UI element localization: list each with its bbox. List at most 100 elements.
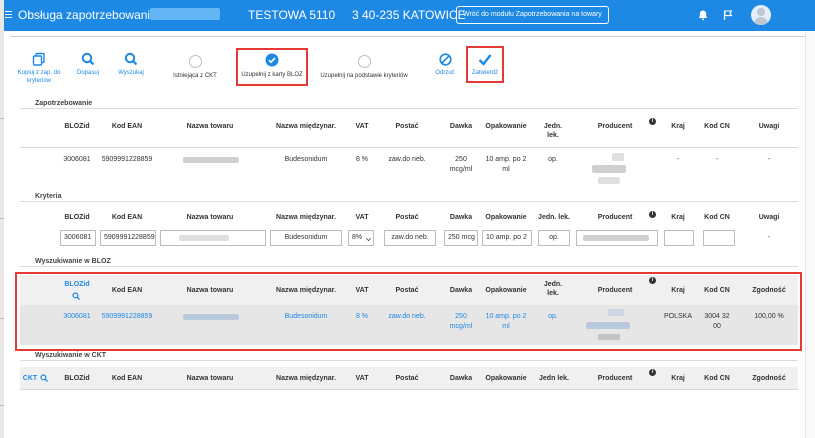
col-header: Jedn lek.	[539, 375, 569, 382]
copy-icon	[32, 52, 45, 66]
cell-cn: -	[715, 156, 719, 163]
cell-form: zaw.do neb.	[388, 156, 426, 163]
col-header: Nazwa międzynar.	[276, 123, 336, 130]
magnifier-icon	[81, 52, 95, 66]
redacted-product-name	[183, 157, 239, 163]
criteria-country-input[interactable]	[664, 230, 694, 246]
col-header: Kod EAN	[111, 214, 143, 221]
criteria-unit-input[interactable]: op.	[538, 230, 570, 246]
col-header: Producent	[597, 123, 633, 130]
radio-circle[interactable]	[188, 55, 202, 68]
redacted-name	[150, 8, 220, 20]
col-header: Opakowanie	[485, 214, 527, 221]
check-circle-icon[interactable]	[265, 53, 279, 67]
col-header: Kraj	[671, 375, 685, 382]
bell-icon[interactable]	[697, 9, 709, 21]
section-title-kryteria: Kryteria	[35, 193, 62, 200]
info-icon[interactable]: i	[649, 211, 656, 218]
section-title-bloz: Wyszukiwanie w BLOZ	[35, 258, 111, 265]
info-icon[interactable]: i	[649, 369, 656, 376]
scrollbar[interactable]	[805, 31, 815, 438]
approve-button[interactable]: Zatwierdź	[468, 53, 502, 77]
col-header: Producent	[597, 214, 633, 221]
flag-icon[interactable]	[722, 9, 734, 21]
criteria-ean-input[interactable]: 5909991228859	[100, 230, 156, 246]
cell-notes: -	[767, 234, 771, 241]
col-header: Jedn. lek.	[543, 123, 563, 139]
criteria-bloz-input[interactable]: 3006081	[60, 230, 96, 246]
col-header: VAT	[355, 375, 369, 382]
address-city: 3 40-235 KATOWICE	[352, 8, 466, 22]
col-header: Jedn. lek.	[538, 214, 570, 221]
copy-to-criteria-button[interactable]: Kopiuj z zap. do kryteriów	[14, 52, 64, 85]
col-header: Nazwa towaru	[186, 375, 234, 382]
radio-circle[interactable]	[357, 55, 371, 68]
approve-label: Zatwierdź	[471, 70, 498, 76]
radio-label: Istniejąca z CKT	[173, 73, 217, 79]
app-header: Obsługa zapotrzebowania z: TESTOWA 5110 …	[0, 0, 815, 31]
col-header: Zgodność	[752, 375, 786, 382]
search-icon	[124, 52, 138, 66]
col-header: Kod EAN	[111, 375, 143, 382]
section-divider	[20, 201, 798, 202]
col-header: BLOZid	[64, 214, 90, 221]
criteria-form-input[interactable]: zaw.do neb.	[384, 230, 436, 246]
section-divider	[20, 360, 798, 361]
col-header: Kraj	[671, 214, 685, 221]
criteria-vat-select[interactable]: 8%	[348, 230, 374, 246]
cell-bloz: 3006081	[63, 156, 91, 163]
col-header: BLOZid	[64, 375, 90, 382]
col-header: Dawka	[449, 214, 473, 221]
reject-label: Odrzuć	[435, 70, 455, 76]
criteria-intl-name-input[interactable]: Budesonidum	[270, 230, 342, 246]
col-header: Kod CN	[704, 214, 730, 221]
ban-icon	[438, 53, 452, 66]
criteria-producer-input[interactable]	[576, 230, 658, 246]
address-street: TESTOWA 5110	[248, 8, 336, 22]
col-header: Postać	[395, 375, 419, 382]
col-header-ckt[interactable]: CKT	[22, 374, 38, 383]
search-button[interactable]: Wyszukaj	[114, 52, 148, 77]
cell-vat: 8 %	[355, 156, 369, 163]
radio-label: Uzupełnij z karty BLOZ	[241, 72, 303, 78]
criteria-dose-input[interactable]: 250 mcg	[444, 230, 478, 246]
col-header: Nazwa towaru	[186, 123, 234, 130]
cell-pack: 10 amp. po 2 ml	[485, 156, 527, 173]
copy-label: Kopiuj z zap. do kryteriów	[17, 70, 61, 84]
search-label: Wyszukaj	[118, 70, 144, 76]
menu-icon[interactable]	[5, 11, 12, 20]
user-avatar[interactable]	[751, 5, 771, 25]
section-title-zapotrzebowanie: Zapotrzebowanie	[35, 100, 93, 107]
chevron-down-icon	[366, 236, 371, 241]
radio-fill-criteria[interactable]: Uzupełnij na podstawie kryteriów	[318, 55, 410, 79]
info-icon[interactable]: i	[649, 118, 656, 125]
col-header: Kod CN	[704, 375, 730, 382]
col-header: Nazwa międzynar.	[276, 214, 336, 221]
cell-dose: 250 mcg/ml	[449, 156, 473, 173]
fit-label: Dopasuj	[76, 70, 99, 76]
cell-country: -	[676, 156, 680, 163]
row-divider	[20, 147, 798, 148]
col-header: Uwagi	[758, 214, 780, 221]
col-header: Opakowanie	[485, 123, 527, 130]
col-header: Nazwa międzynar.	[276, 375, 336, 382]
section-divider	[20, 108, 798, 109]
page-title: Obsługa zapotrzebowania z:	[18, 8, 170, 22]
fit-button[interactable]: Dopasuj	[73, 52, 103, 77]
search-icon[interactable]	[40, 374, 48, 382]
criteria-cn-input[interactable]	[703, 230, 735, 246]
col-header: Kod CN	[704, 123, 730, 130]
section-title-ckt: Wyszukiwanie w CKT	[35, 352, 107, 359]
criteria-pack-input[interactable]: 10 amp. po 2	[482, 230, 532, 246]
col-header: Nazwa towaru	[186, 214, 234, 221]
radio-existing-ckt[interactable]: Istniejąca z CKT	[168, 55, 222, 79]
reject-button[interactable]: Odrzuć	[431, 53, 459, 77]
back-to-module-button[interactable]: Wróć do modułu Zapotrzebowania na towary	[456, 6, 609, 24]
cell-notes: -	[767, 156, 771, 163]
col-header: Uwagi	[758, 123, 780, 130]
radio-fill-bloz[interactable]: Uzupełnij z karty BLOZ	[238, 53, 306, 78]
criteria-product-name-input[interactable]	[160, 230, 266, 246]
col-header: Kod EAN	[111, 123, 143, 130]
col-header: VAT	[355, 123, 369, 130]
col-header: BLOZid	[64, 123, 90, 130]
